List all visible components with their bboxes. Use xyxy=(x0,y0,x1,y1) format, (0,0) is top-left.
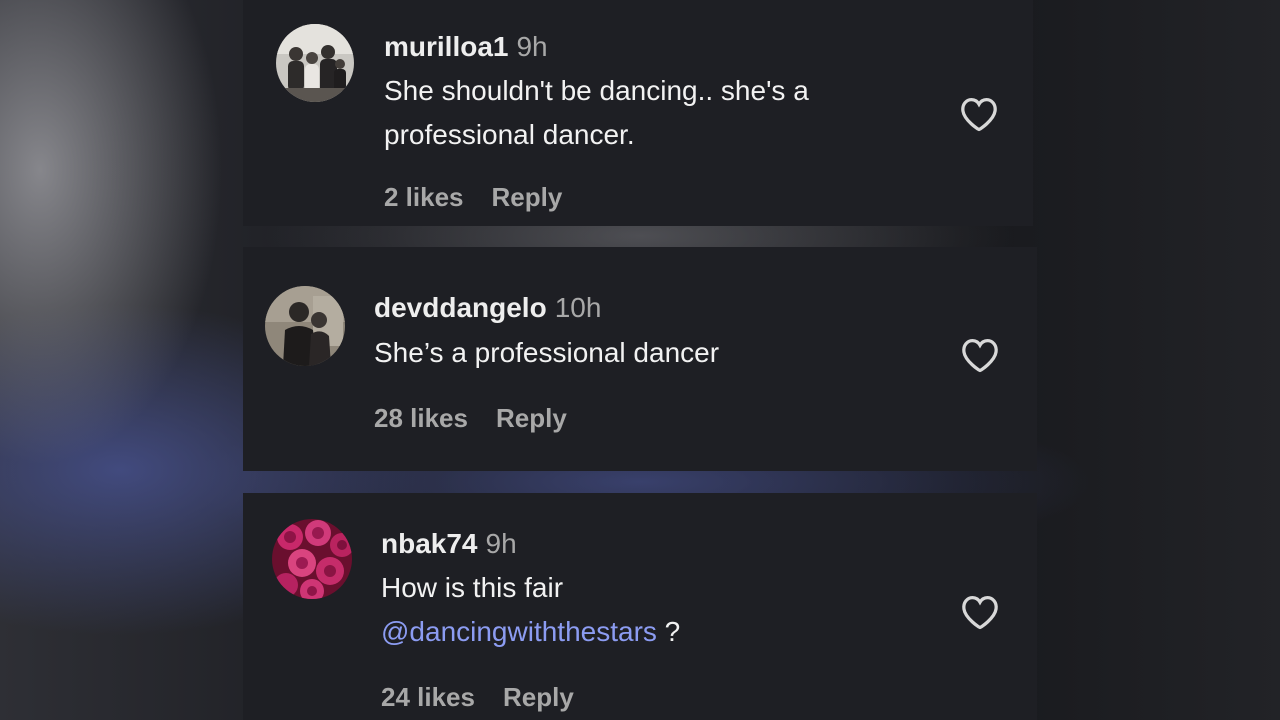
comment-meta: 24 likes Reply xyxy=(381,682,574,713)
heart-icon[interactable] xyxy=(959,96,999,132)
comment-card: devddangelo 10h She’s a professional danc… xyxy=(243,247,1037,471)
likes-count[interactable]: 28 likes xyxy=(374,403,468,433)
comment-username[interactable]: murilloa1 9h xyxy=(384,31,548,63)
comment-text-line: She’s a professional dancer xyxy=(374,337,720,368)
username-text[interactable]: nbak74 xyxy=(381,528,478,559)
comment-text: She’s a professional dancer xyxy=(374,331,719,375)
heart-icon[interactable] xyxy=(960,594,1000,630)
comment-card: nbak74 9h How is this fair @dancingwithth… xyxy=(243,493,1037,720)
comment-meta: 2 likes Reply xyxy=(384,182,562,213)
comment-time: 10h xyxy=(554,292,602,323)
comment-username[interactable]: nbak74 9h xyxy=(381,528,517,560)
comment-username[interactable]: devddangelo 10h xyxy=(374,292,601,324)
mention-link[interactable]: @dancingwiththestars xyxy=(381,616,657,647)
comment-meta: 28 likes Reply xyxy=(374,403,567,434)
avatar[interactable] xyxy=(265,286,345,366)
comment-text-line: professional dancer. xyxy=(384,119,635,150)
mention-suffix: ? xyxy=(656,616,681,647)
likes-count[interactable]: 2 likes xyxy=(384,182,464,212)
reply-button[interactable]: Reply xyxy=(496,403,567,433)
comment-text: How is this fair @dancingwiththestars ? xyxy=(381,566,680,654)
heart-icon[interactable] xyxy=(960,337,1000,373)
avatar[interactable] xyxy=(272,519,352,599)
reply-button[interactable]: Reply xyxy=(503,682,574,712)
avatar-image xyxy=(276,24,354,102)
comment-text-line: @dancingwiththestars ? xyxy=(381,610,680,654)
comment-text-line: She shouldn't be dancing.. she's a xyxy=(384,75,809,106)
comment-time: 9h xyxy=(485,528,517,559)
reply-button[interactable]: Reply xyxy=(492,182,563,212)
likes-count[interactable]: 24 likes xyxy=(381,682,475,712)
username-text[interactable]: murilloa1 xyxy=(384,31,508,62)
username-text[interactable]: devddangelo xyxy=(374,292,547,323)
avatar-image xyxy=(265,286,345,366)
avatar-image xyxy=(272,519,352,599)
comment-text: She shouldn't be dancing.. she's a profe… xyxy=(384,69,809,157)
comment-time: 9h xyxy=(516,31,548,62)
comment-card: murilloa1 9h She shouldn't be dancing.. s… xyxy=(243,0,1033,226)
avatar[interactable] xyxy=(276,24,354,102)
comment-text-line: How is this fair xyxy=(381,572,564,603)
